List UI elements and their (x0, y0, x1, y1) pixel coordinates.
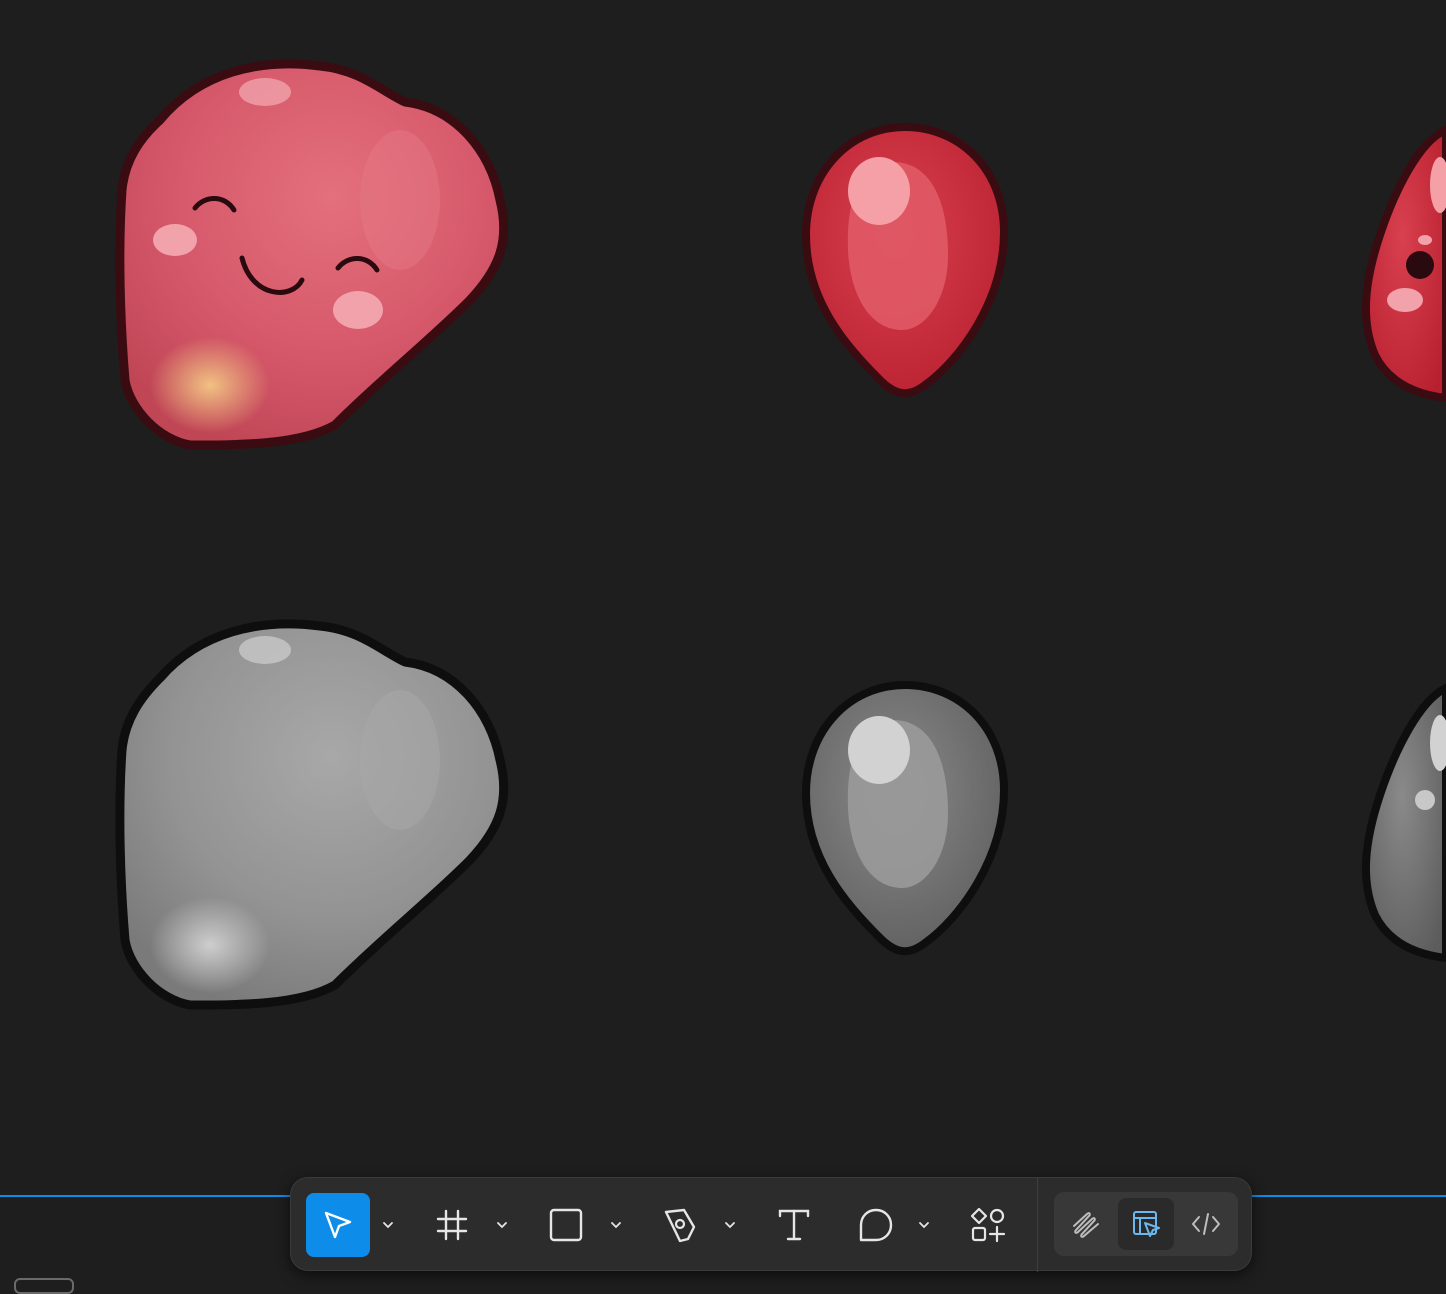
code-brackets-icon (1190, 1208, 1222, 1240)
comment-tool-menu[interactable] (914, 1213, 934, 1237)
comment-bubble-icon (858, 1207, 894, 1243)
dev-mode-button[interactable] (1178, 1198, 1234, 1250)
shape-tool-menu[interactable] (606, 1213, 626, 1237)
blob-red-partial[interactable] (1361, 125, 1446, 403)
frame-hash-icon (435, 1208, 469, 1242)
chevron-down-icon (610, 1221, 622, 1229)
pen-tool-menu[interactable] (720, 1213, 740, 1237)
canvas-corner-tab[interactable] (14, 1278, 74, 1294)
pen-nib-icon (661, 1206, 699, 1244)
chevron-down-icon (382, 1221, 394, 1229)
drop-red[interactable] (801, 122, 1009, 398)
chevron-down-icon (724, 1221, 736, 1229)
blob-pink-smiling[interactable] (115, 59, 509, 450)
drop-gray[interactable] (801, 680, 1009, 956)
text-T-icon (777, 1208, 811, 1242)
blob-gray-partial[interactable] (1361, 683, 1446, 963)
rectangle-icon (549, 1208, 583, 1242)
move-tool-menu[interactable] (378, 1213, 398, 1237)
shapes-plus-icon (970, 1207, 1006, 1243)
toolbar-divider (1037, 1178, 1038, 1272)
design-mode-button[interactable] (1118, 1198, 1174, 1250)
actions-tool-button[interactable] (956, 1193, 1020, 1257)
shape-tool-button[interactable] (534, 1193, 598, 1257)
text-tool-button[interactable] (762, 1193, 826, 1257)
draw-mode-button[interactable] (1058, 1198, 1114, 1250)
scribble-icon (1070, 1208, 1102, 1240)
design-layout-cursor-icon (1130, 1208, 1162, 1240)
design-canvas[interactable] (0, 0, 1446, 1288)
move-tool-button[interactable] (306, 1193, 370, 1257)
bottom-toolbar (290, 1177, 1252, 1272)
chevron-down-icon (496, 1221, 508, 1229)
comment-tool-button[interactable] (844, 1193, 908, 1257)
mode-switcher (1054, 1192, 1238, 1256)
chevron-down-icon (918, 1221, 930, 1229)
frame-tool-menu[interactable] (492, 1213, 512, 1237)
cursor-arrow-icon (321, 1208, 355, 1242)
frame-tool-button[interactable] (420, 1193, 484, 1257)
pen-tool-button[interactable] (648, 1193, 712, 1257)
blob-gray[interactable] (115, 619, 509, 1010)
